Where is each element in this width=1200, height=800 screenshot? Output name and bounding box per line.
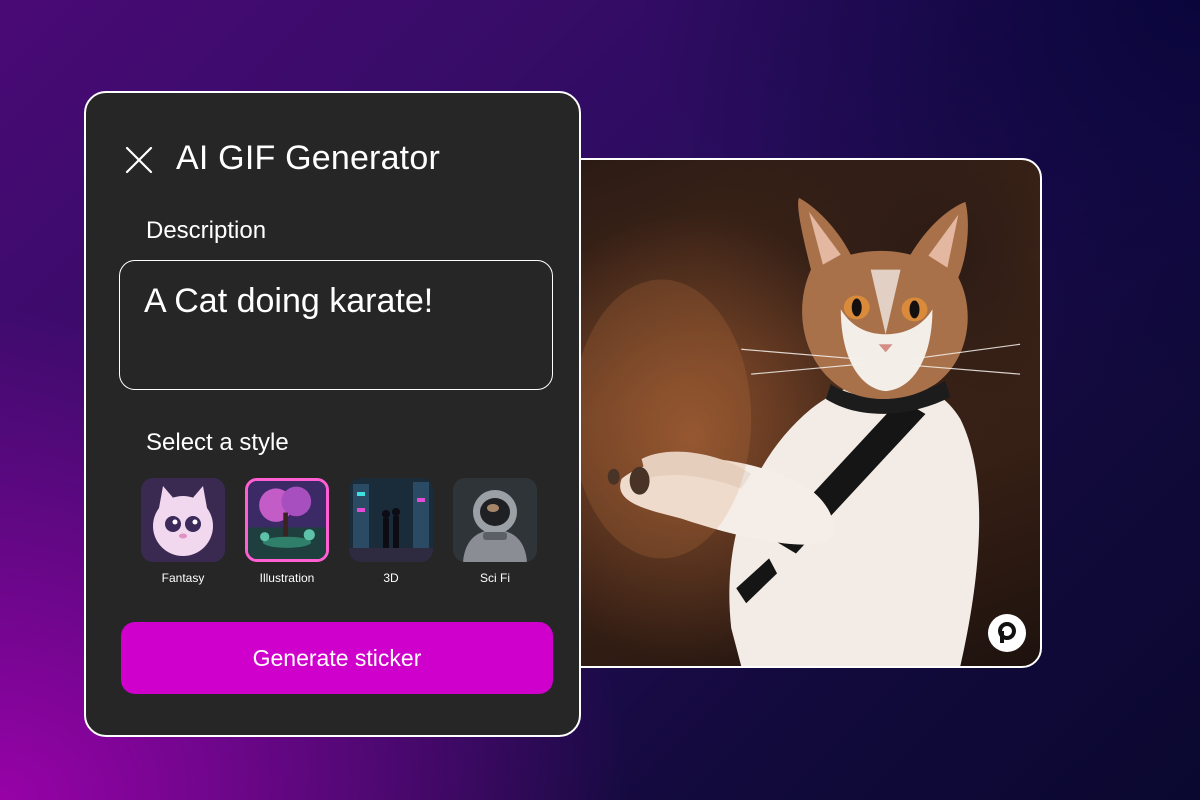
- style-caption: Sci Fi: [480, 571, 510, 585]
- description-input[interactable]: A Cat doing karate!: [119, 260, 553, 390]
- panel-title: AI GIF Generator: [176, 139, 440, 177]
- style-caption: Fantasy: [161, 571, 205, 585]
- ai-gif-generator-panel: AI GIF Generator Description A Cat doing…: [84, 91, 581, 737]
- style-thumb-illustration: [245, 478, 329, 562]
- description-label: Description: [146, 217, 267, 244]
- close-icon: [125, 146, 153, 174]
- brand-watermark: [988, 614, 1026, 652]
- style-thumb-3d: [349, 478, 433, 562]
- style-label: Select a style: [146, 429, 289, 456]
- generated-gif-preview: [540, 158, 1042, 668]
- style-option-illustration[interactable]: Illustration: [244, 478, 330, 585]
- cat-karate-image: [571, 197, 1021, 666]
- style-options: Fantasy Illustration 3D Sci Fi: [140, 478, 538, 598]
- style-option-fantasy[interactable]: Fantasy: [140, 478, 226, 585]
- brand-p-icon: [998, 622, 1016, 643]
- close-button[interactable]: [124, 145, 154, 175]
- generate-sticker-button[interactable]: Generate sticker: [121, 622, 553, 694]
- style-option-3d[interactable]: 3D: [348, 478, 434, 585]
- style-caption: Illustration: [259, 571, 315, 585]
- description-value: A Cat doing karate!: [144, 282, 434, 320]
- style-option-sci-fi[interactable]: Sci Fi: [452, 478, 538, 585]
- style-thumb-fantasy: [141, 478, 225, 562]
- style-thumb-sci-fi: [453, 478, 537, 562]
- style-caption: 3D: [383, 571, 399, 585]
